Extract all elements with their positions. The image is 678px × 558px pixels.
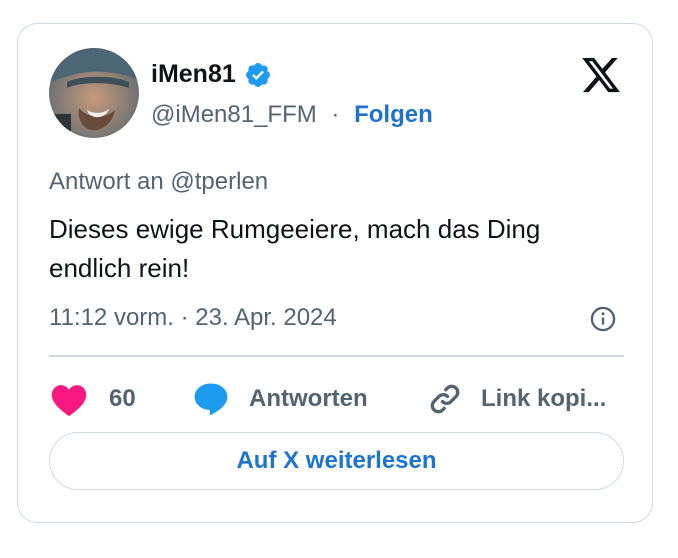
author-display-name[interactable]: iMen81 (151, 60, 236, 89)
copy-link-label: Link kopi... (481, 385, 607, 412)
author-handle[interactable]: @iMen81_FFM (151, 101, 317, 128)
reply-to-label: Antwort an @tperlen (49, 168, 269, 195)
follow-button[interactable]: Folgen (354, 101, 433, 128)
speech-bubble-icon (194, 383, 228, 416)
action-bar: 60 Antworten Link kopi... (49, 379, 629, 419)
tweet-card: iMen81 @iMen81_FFM · Folgen Antwort an @… (17, 23, 653, 523)
copy-link-button[interactable]: Link kopi... (427, 379, 606, 419)
avatar-image (49, 48, 139, 138)
verified-badge-icon (245, 62, 270, 87)
handle-separator: · (331, 101, 340, 128)
link-icon (430, 384, 460, 414)
author-name-row: iMen81 (151, 60, 272, 89)
reply-label: Antworten (249, 385, 368, 412)
reply-button[interactable]: Antworten (191, 379, 368, 419)
info-icon[interactable] (589, 305, 617, 333)
read-more-button[interactable]: Auf X weiterlesen (49, 432, 624, 490)
tweet-timestamp[interactable]: 11:12 vorm. · 23. Apr. 2024 (49, 304, 337, 332)
author-avatar[interactable] (49, 48, 139, 138)
x-logo-icon[interactable] (580, 54, 622, 96)
divider (49, 355, 624, 357)
like-button[interactable]: 60 (49, 379, 136, 419)
tweet-text: Dieses ewige Rumgeeiere, mach das Ding e… (49, 214, 541, 283)
like-count: 60 (109, 385, 136, 412)
heart-icon (51, 385, 87, 417)
read-more-label: Auf X weiterlesen (236, 447, 437, 474)
author-handle-row: @iMen81_FFM · Folgen (151, 101, 433, 129)
